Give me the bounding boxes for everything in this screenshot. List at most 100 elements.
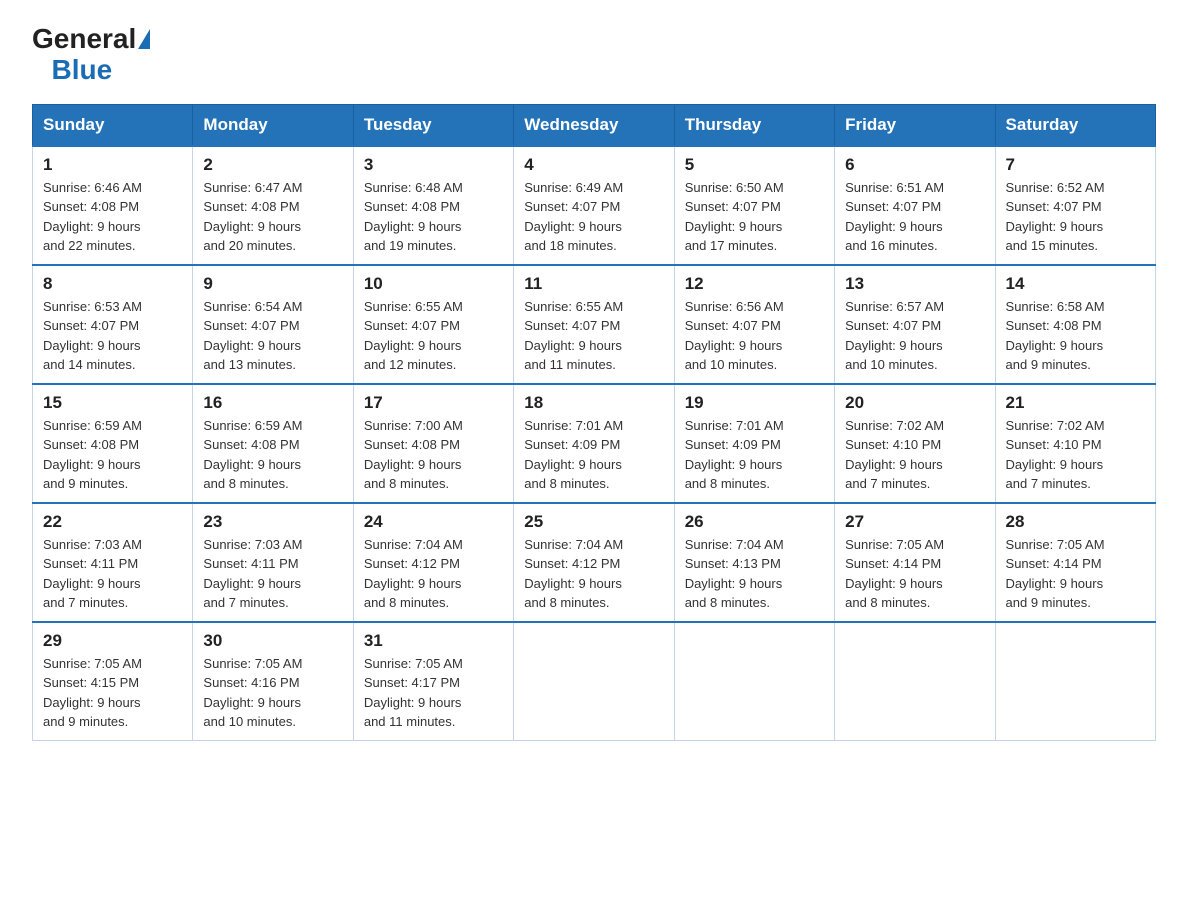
calendar-week-4: 22 Sunrise: 7:03 AMSunset: 4:11 PMDaylig… [33, 503, 1156, 622]
logo-general-text: General [32, 24, 150, 55]
day-info: Sunrise: 7:04 AMSunset: 4:12 PMDaylight:… [364, 537, 463, 611]
day-header-wednesday: Wednesday [514, 104, 674, 146]
day-info: Sunrise: 7:01 AMSunset: 4:09 PMDaylight:… [685, 418, 784, 492]
calendar-week-5: 29 Sunrise: 7:05 AMSunset: 4:15 PMDaylig… [33, 622, 1156, 741]
calendar-cell: 17 Sunrise: 7:00 AMSunset: 4:08 PMDaylig… [353, 384, 513, 503]
day-number: 2 [203, 155, 342, 175]
calendar-cell: 31 Sunrise: 7:05 AMSunset: 4:17 PMDaylig… [353, 622, 513, 741]
day-number: 16 [203, 393, 342, 413]
day-number: 10 [364, 274, 503, 294]
day-info: Sunrise: 7:04 AMSunset: 4:12 PMDaylight:… [524, 537, 623, 611]
day-number: 26 [685, 512, 824, 532]
calendar-cell: 4 Sunrise: 6:49 AMSunset: 4:07 PMDayligh… [514, 146, 674, 265]
day-info: Sunrise: 6:50 AMSunset: 4:07 PMDaylight:… [685, 180, 784, 254]
day-number: 3 [364, 155, 503, 175]
day-number: 8 [43, 274, 182, 294]
calendar-cell: 27 Sunrise: 7:05 AMSunset: 4:14 PMDaylig… [835, 503, 995, 622]
day-number: 19 [685, 393, 824, 413]
day-number: 28 [1006, 512, 1145, 532]
calendar-cell: 8 Sunrise: 6:53 AMSunset: 4:07 PMDayligh… [33, 265, 193, 384]
day-number: 15 [43, 393, 182, 413]
day-number: 30 [203, 631, 342, 651]
day-number: 7 [1006, 155, 1145, 175]
day-header-saturday: Saturday [995, 104, 1155, 146]
day-number: 13 [845, 274, 984, 294]
day-info: Sunrise: 6:55 AMSunset: 4:07 PMDaylight:… [364, 299, 463, 373]
calendar-cell: 3 Sunrise: 6:48 AMSunset: 4:08 PMDayligh… [353, 146, 513, 265]
page-header: General Blue [32, 24, 1156, 86]
day-info: Sunrise: 7:05 AMSunset: 4:15 PMDaylight:… [43, 656, 142, 730]
calendar-table: SundayMondayTuesdayWednesdayThursdayFrid… [32, 104, 1156, 741]
calendar-cell: 29 Sunrise: 7:05 AMSunset: 4:15 PMDaylig… [33, 622, 193, 741]
calendar-week-3: 15 Sunrise: 6:59 AMSunset: 4:08 PMDaylig… [33, 384, 1156, 503]
calendar-cell: 14 Sunrise: 6:58 AMSunset: 4:08 PMDaylig… [995, 265, 1155, 384]
day-number: 21 [1006, 393, 1145, 413]
calendar-cell: 28 Sunrise: 7:05 AMSunset: 4:14 PMDaylig… [995, 503, 1155, 622]
calendar-week-1: 1 Sunrise: 6:46 AMSunset: 4:08 PMDayligh… [33, 146, 1156, 265]
day-number: 27 [845, 512, 984, 532]
day-number: 23 [203, 512, 342, 532]
day-header-tuesday: Tuesday [353, 104, 513, 146]
calendar-cell [514, 622, 674, 741]
day-info: Sunrise: 6:49 AMSunset: 4:07 PMDaylight:… [524, 180, 623, 254]
day-info: Sunrise: 6:51 AMSunset: 4:07 PMDaylight:… [845, 180, 944, 254]
day-info: Sunrise: 7:05 AMSunset: 4:14 PMDaylight:… [845, 537, 944, 611]
day-info: Sunrise: 7:01 AMSunset: 4:09 PMDaylight:… [524, 418, 623, 492]
calendar-cell: 22 Sunrise: 7:03 AMSunset: 4:11 PMDaylig… [33, 503, 193, 622]
logo: General Blue [32, 24, 150, 86]
day-number: 12 [685, 274, 824, 294]
day-header-thursday: Thursday [674, 104, 834, 146]
day-number: 4 [524, 155, 663, 175]
day-number: 29 [43, 631, 182, 651]
day-number: 20 [845, 393, 984, 413]
day-info: Sunrise: 6:48 AMSunset: 4:08 PMDaylight:… [364, 180, 463, 254]
day-number: 9 [203, 274, 342, 294]
day-number: 6 [845, 155, 984, 175]
calendar-cell: 18 Sunrise: 7:01 AMSunset: 4:09 PMDaylig… [514, 384, 674, 503]
day-number: 22 [43, 512, 182, 532]
calendar-cell: 7 Sunrise: 6:52 AMSunset: 4:07 PMDayligh… [995, 146, 1155, 265]
day-number: 11 [524, 274, 663, 294]
day-number: 17 [364, 393, 503, 413]
day-info: Sunrise: 7:03 AMSunset: 4:11 PMDaylight:… [43, 537, 142, 611]
calendar-cell: 19 Sunrise: 7:01 AMSunset: 4:09 PMDaylig… [674, 384, 834, 503]
day-info: Sunrise: 6:47 AMSunset: 4:08 PMDaylight:… [203, 180, 302, 254]
day-info: Sunrise: 6:52 AMSunset: 4:07 PMDaylight:… [1006, 180, 1105, 254]
calendar-cell: 6 Sunrise: 6:51 AMSunset: 4:07 PMDayligh… [835, 146, 995, 265]
day-number: 18 [524, 393, 663, 413]
day-info: Sunrise: 6:55 AMSunset: 4:07 PMDaylight:… [524, 299, 623, 373]
day-info: Sunrise: 7:02 AMSunset: 4:10 PMDaylight:… [845, 418, 944, 492]
calendar-cell [674, 622, 834, 741]
logo-blue-text: Blue [36, 54, 112, 85]
calendar-cell: 1 Sunrise: 6:46 AMSunset: 4:08 PMDayligh… [33, 146, 193, 265]
day-info: Sunrise: 6:58 AMSunset: 4:08 PMDaylight:… [1006, 299, 1105, 373]
day-number: 25 [524, 512, 663, 532]
calendar-cell [835, 622, 995, 741]
day-number: 31 [364, 631, 503, 651]
day-info: Sunrise: 6:59 AMSunset: 4:08 PMDaylight:… [203, 418, 302, 492]
calendar-cell: 9 Sunrise: 6:54 AMSunset: 4:07 PMDayligh… [193, 265, 353, 384]
calendar-cell: 20 Sunrise: 7:02 AMSunset: 4:10 PMDaylig… [835, 384, 995, 503]
day-info: Sunrise: 6:57 AMSunset: 4:07 PMDaylight:… [845, 299, 944, 373]
calendar-cell: 30 Sunrise: 7:05 AMSunset: 4:16 PMDaylig… [193, 622, 353, 741]
calendar-cell: 24 Sunrise: 7:04 AMSunset: 4:12 PMDaylig… [353, 503, 513, 622]
day-info: Sunrise: 7:04 AMSunset: 4:13 PMDaylight:… [685, 537, 784, 611]
calendar-cell: 11 Sunrise: 6:55 AMSunset: 4:07 PMDaylig… [514, 265, 674, 384]
calendar-cell: 15 Sunrise: 6:59 AMSunset: 4:08 PMDaylig… [33, 384, 193, 503]
day-info: Sunrise: 7:02 AMSunset: 4:10 PMDaylight:… [1006, 418, 1105, 492]
calendar-cell: 13 Sunrise: 6:57 AMSunset: 4:07 PMDaylig… [835, 265, 995, 384]
calendar-cell: 21 Sunrise: 7:02 AMSunset: 4:10 PMDaylig… [995, 384, 1155, 503]
day-header-sunday: Sunday [33, 104, 193, 146]
day-header-friday: Friday [835, 104, 995, 146]
calendar-cell: 2 Sunrise: 6:47 AMSunset: 4:08 PMDayligh… [193, 146, 353, 265]
calendar-cell: 25 Sunrise: 7:04 AMSunset: 4:12 PMDaylig… [514, 503, 674, 622]
calendar-week-2: 8 Sunrise: 6:53 AMSunset: 4:07 PMDayligh… [33, 265, 1156, 384]
day-number: 5 [685, 155, 824, 175]
calendar-cell: 12 Sunrise: 6:56 AMSunset: 4:07 PMDaylig… [674, 265, 834, 384]
calendar-cell: 10 Sunrise: 6:55 AMSunset: 4:07 PMDaylig… [353, 265, 513, 384]
calendar-header-row: SundayMondayTuesdayWednesdayThursdayFrid… [33, 104, 1156, 146]
day-number: 1 [43, 155, 182, 175]
day-number: 14 [1006, 274, 1145, 294]
calendar-cell: 26 Sunrise: 7:04 AMSunset: 4:13 PMDaylig… [674, 503, 834, 622]
day-info: Sunrise: 7:05 AMSunset: 4:16 PMDaylight:… [203, 656, 302, 730]
